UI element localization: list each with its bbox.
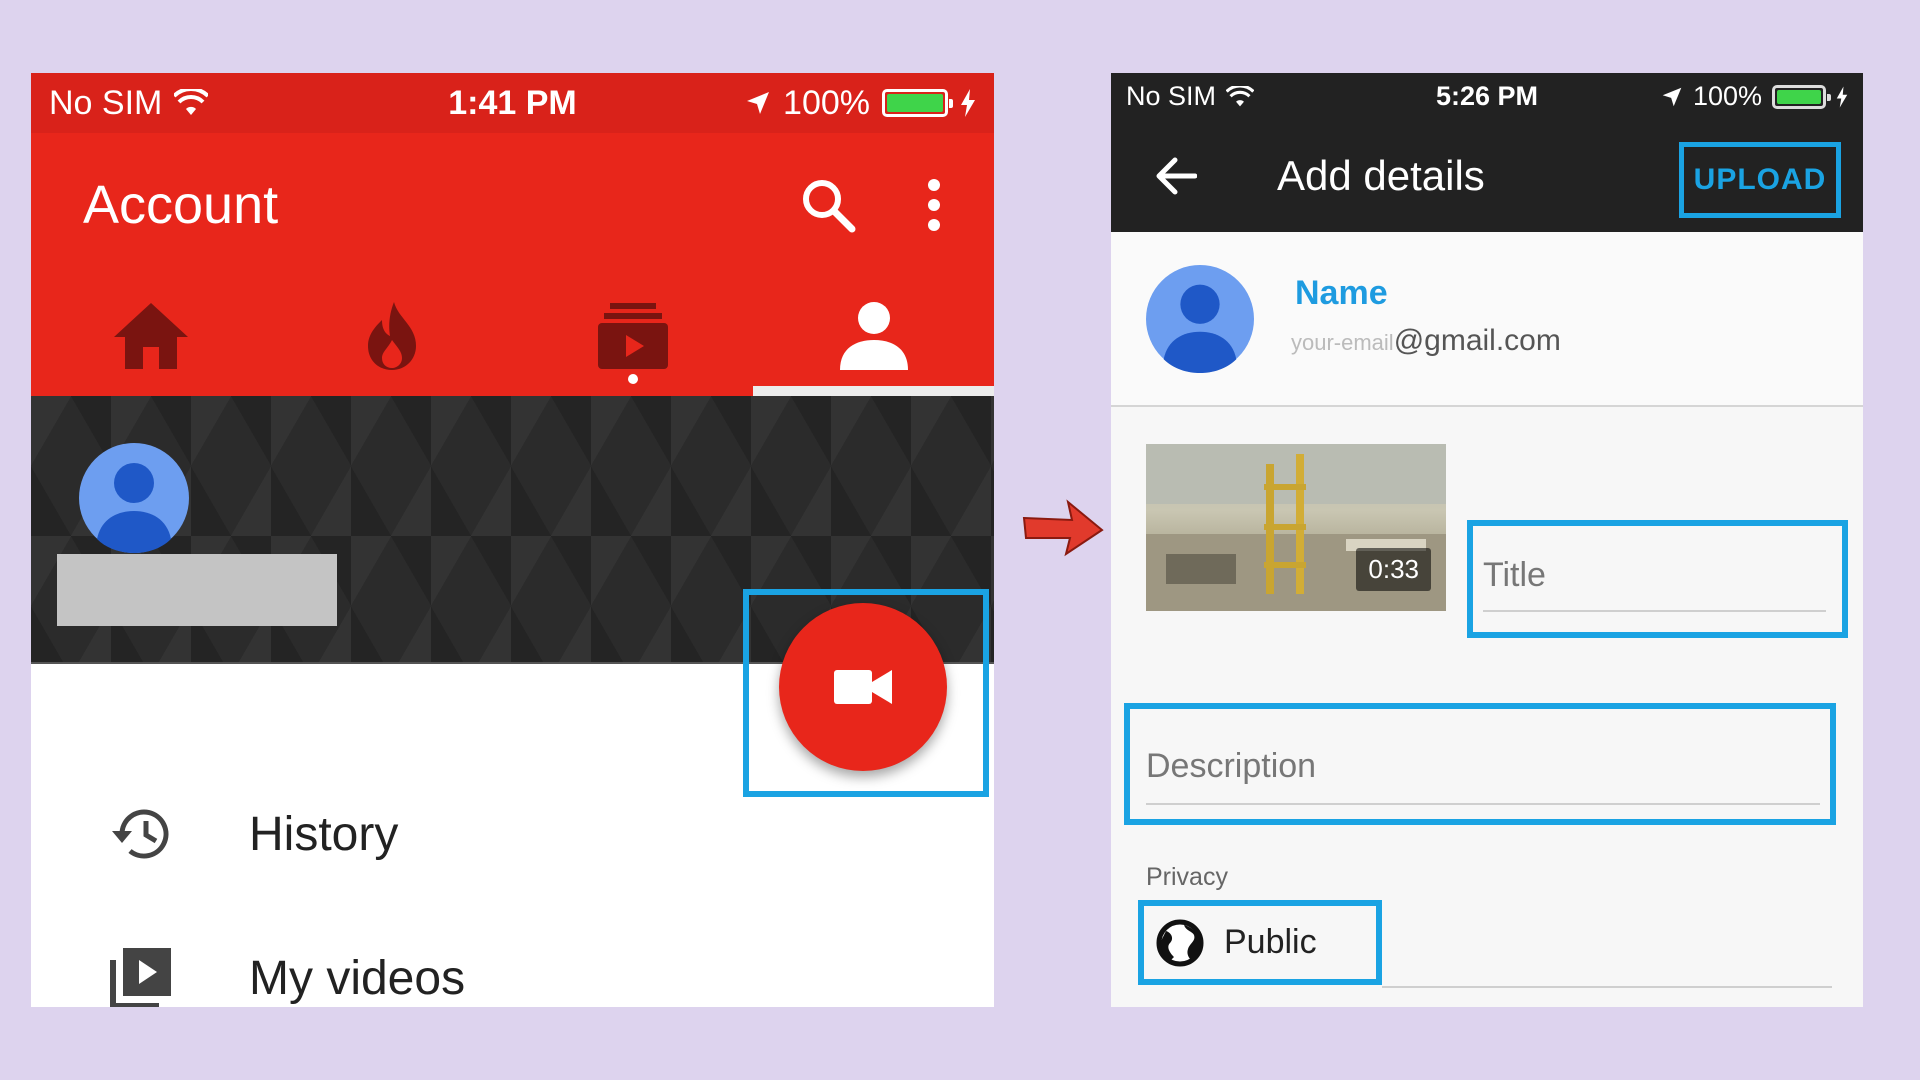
more-options-button[interactable] [926, 178, 942, 231]
my-videos-icon [106, 946, 176, 1007]
privacy-underline [1382, 986, 1832, 988]
videocam-icon [834, 670, 892, 704]
tab-home[interactable] [31, 276, 272, 396]
account-email: your-email@gmail.com [1291, 324, 1561, 358]
status-right: 100% [1661, 81, 1848, 112]
menu-item-history[interactable]: History [31, 784, 398, 884]
status-right: 100% [745, 84, 976, 123]
subscriptions-icon [597, 303, 668, 369]
carrier-group: No SIM [49, 83, 209, 123]
search-button[interactable] [800, 177, 856, 233]
tab-account[interactable] [753, 276, 994, 396]
search-icon [803, 179, 856, 232]
wifi-icon [174, 89, 209, 115]
channel-name-placeholder [57, 554, 337, 626]
privacy-label: Privacy [1146, 863, 1228, 891]
email-local-part: your-email [1291, 330, 1394, 355]
account-icon [839, 302, 908, 370]
back-arrow-icon [1156, 157, 1197, 195]
status-time: 5:26 PM [1435, 81, 1539, 111]
home-icon [114, 303, 189, 369]
trending-flame-icon [368, 302, 417, 370]
avatar [1146, 265, 1254, 373]
globe-icon [1156, 919, 1204, 966]
carrier-group: No SIM [1126, 81, 1255, 112]
battery-percent: 100% [783, 83, 870, 122]
transition-arrow-icon [1022, 499, 1104, 557]
battery-percent: 100% [1692, 81, 1762, 111]
description-placeholder: Description [1146, 747, 1317, 785]
add-details-screen: No SIM 5:26 PM 100% Add details UPLOAD N… [1111, 73, 1863, 1007]
new-content-dot [627, 374, 638, 384]
charging-icon [961, 89, 975, 117]
description-field[interactable]: Description [1124, 703, 1836, 825]
avatar [79, 443, 189, 553]
email-domain: @gmail.com [1393, 324, 1561, 357]
carrier-label: No SIM [49, 83, 163, 122]
video-duration: 0:33 [1356, 548, 1431, 591]
account-row: Name your-email@gmail.com [1111, 232, 1863, 407]
tab-trending[interactable] [272, 276, 513, 396]
description-underline [1146, 803, 1820, 805]
status-bar: No SIM 1:41 PM 100% [31, 73, 994, 133]
app-bar: Account [31, 133, 994, 276]
title-field[interactable]: Title [1467, 520, 1848, 638]
privacy-value: Public [1224, 923, 1317, 961]
location-icon [747, 92, 770, 114]
wifi-icon [1226, 85, 1255, 106]
account-screen: No SIM 1:41 PM 100% Account History My v… [31, 73, 994, 1007]
page-title: Add details [1277, 152, 1485, 199]
charging-icon [1836, 86, 1848, 107]
status-bar: No SIM 5:26 PM 100% [1111, 73, 1863, 120]
more-vert-icon [928, 178, 940, 231]
video-thumbnail: 0:33 [1146, 444, 1446, 611]
upload-button[interactable]: UPLOAD [1679, 142, 1841, 218]
tab-subscriptions[interactable] [513, 276, 754, 396]
privacy-select[interactable]: Public [1138, 900, 1382, 985]
tab-bar [31, 276, 994, 396]
battery-icon [882, 89, 953, 117]
menu-label-my-videos: My videos [249, 951, 466, 1005]
app-bar: Add details UPLOAD [1111, 120, 1863, 232]
page-title: Account [83, 174, 279, 235]
back-button[interactable] [1155, 157, 1197, 195]
menu-item-my-videos[interactable]: My videos [31, 928, 465, 1007]
title-underline [1483, 610, 1826, 612]
history-icon [106, 805, 176, 863]
battery-icon [1772, 84, 1831, 109]
account-name: Name [1295, 274, 1388, 312]
status-time: 1:41 PM [448, 83, 577, 122]
title-placeholder: Title [1483, 556, 1546, 594]
menu-label-history: History [249, 807, 399, 861]
carrier-label: No SIM [1126, 81, 1217, 111]
location-icon [1662, 87, 1682, 106]
upload-video-fab[interactable] [779, 603, 947, 771]
